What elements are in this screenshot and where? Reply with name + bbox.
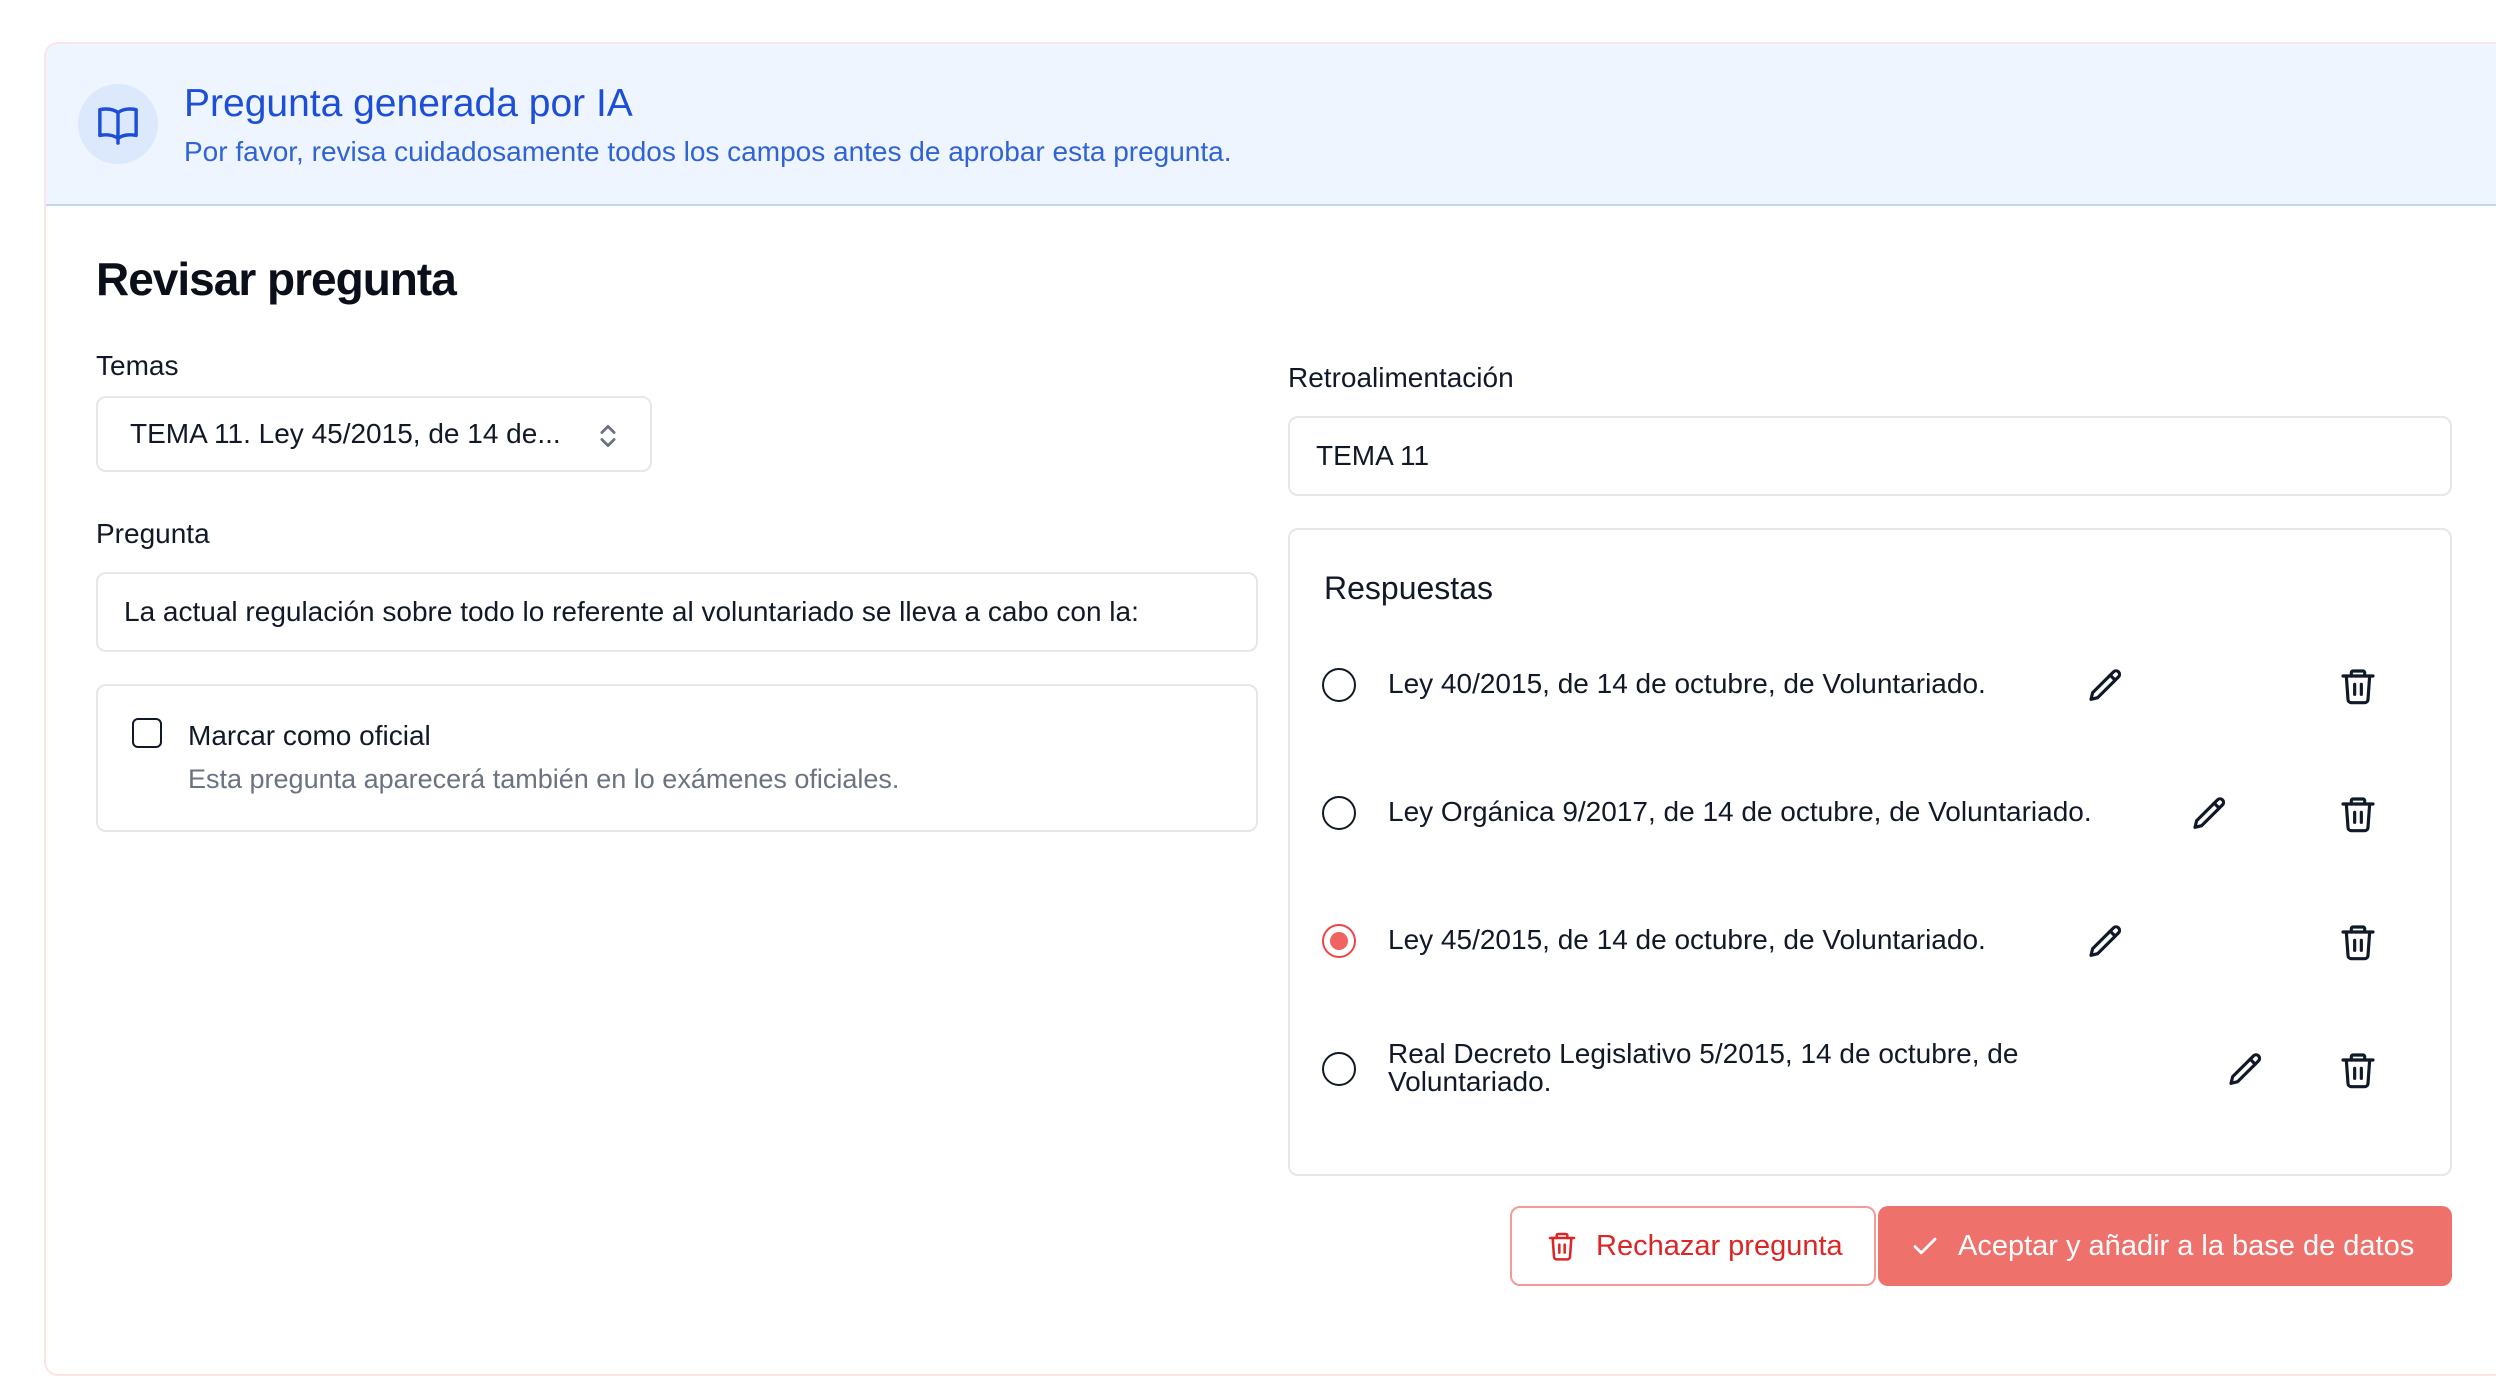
oficial-label[interactable]: Marcar como oficial bbox=[188, 720, 431, 752]
oficial-description: Esta pregunta aparecerá también en lo ex… bbox=[188, 764, 900, 794]
respuestas-panel: Respuestas Ley 40/2015, de 14 de octubre… bbox=[1288, 528, 2452, 1176]
pencil-icon[interactable] bbox=[2084, 664, 2128, 708]
retroalimentacion-label: Retroalimentación bbox=[1288, 362, 1514, 393]
banner-title: Pregunta generada por IA bbox=[184, 82, 633, 125]
reject-label: Rechazar pregunta bbox=[1596, 1229, 1843, 1262]
pencil-icon[interactable] bbox=[2188, 792, 2232, 836]
ai-notice-banner: Pregunta generada por IA Por favor, revi… bbox=[46, 44, 2496, 206]
retroalimentacion-input[interactable]: TEMA 11 bbox=[1288, 416, 2452, 496]
retroalimentacion-value: TEMA 11 bbox=[1316, 440, 1430, 471]
answer-text: Ley 45/2015, de 14 de octubre, de Volunt… bbox=[1388, 924, 1986, 955]
trash-icon[interactable] bbox=[2336, 920, 2380, 964]
chevron-up-down-icon bbox=[600, 424, 616, 448]
pencil-icon[interactable] bbox=[2084, 920, 2128, 964]
check-icon bbox=[1913, 1237, 1937, 1255]
answer-text: Ley 40/2015, de 14 de octubre, de Volunt… bbox=[1388, 668, 1986, 699]
respuestas-title: Respuestas bbox=[1324, 570, 1493, 606]
answer-option: Ley 45/2015, de 14 de octubre, de Volunt… bbox=[1290, 900, 2450, 980]
open-book-icon bbox=[78, 84, 158, 164]
answer-radio[interactable] bbox=[1322, 668, 1356, 702]
temas-select[interactable]: TEMA 11. Ley 45/2015, de 14 de... bbox=[96, 396, 652, 472]
pregunta-label: Pregunta bbox=[96, 518, 210, 549]
answer-text-line-1: Real Decreto Legislativo 5/2015, 14 de o… bbox=[1388, 1038, 2019, 1069]
accept-label: Aceptar y añadir a la base de datos bbox=[1958, 1229, 2415, 1262]
review-card: Pregunta generada por IA Por favor, revi… bbox=[44, 42, 2496, 1376]
answer-option: Real Decreto Legislativo 5/2015, 14 de o… bbox=[1290, 1028, 2450, 1108]
trash-icon bbox=[1548, 1232, 1576, 1261]
answer-radio[interactable] bbox=[1322, 1052, 1356, 1086]
temas-label: Temas bbox=[96, 350, 179, 381]
answer-text: Ley Orgánica 9/2017, de 14 de octubre, d… bbox=[1388, 796, 2092, 827]
answer-option: Ley Orgánica 9/2017, de 14 de octubre, d… bbox=[1290, 772, 2450, 852]
answer-radio-selected[interactable] bbox=[1322, 924, 1356, 958]
pregunta-input[interactable]: La actual regulación sobre todo lo refer… bbox=[96, 572, 1258, 652]
answer-option: Ley 40/2015, de 14 de octubre, de Volunt… bbox=[1290, 644, 2450, 724]
answer-radio[interactable] bbox=[1322, 796, 1356, 830]
temas-selected-value: TEMA 11. Ley 45/2015, de 14 de... bbox=[130, 418, 561, 449]
reject-question-button[interactable]: Rechazar pregunta bbox=[1510, 1206, 1876, 1286]
oficial-checkbox[interactable] bbox=[132, 718, 162, 748]
banner-subtitle: Por favor, revisa cuidadosamente todos l… bbox=[184, 136, 1232, 167]
pregunta-value: La actual regulación sobre todo lo refer… bbox=[124, 596, 1139, 627]
oficial-option: Marcar como oficial Esta pregunta aparec… bbox=[96, 684, 1258, 832]
trash-icon[interactable] bbox=[2336, 1048, 2380, 1092]
trash-icon[interactable] bbox=[2336, 792, 2380, 836]
answer-text-line-2: Voluntariado. bbox=[1388, 1066, 1552, 1097]
trash-icon[interactable] bbox=[2336, 664, 2380, 708]
accept-add-button[interactable]: Aceptar y añadir a la base de datos bbox=[1878, 1206, 2452, 1286]
page-title: Revisar pregunta bbox=[96, 253, 457, 305]
pencil-icon[interactable] bbox=[2224, 1048, 2268, 1092]
